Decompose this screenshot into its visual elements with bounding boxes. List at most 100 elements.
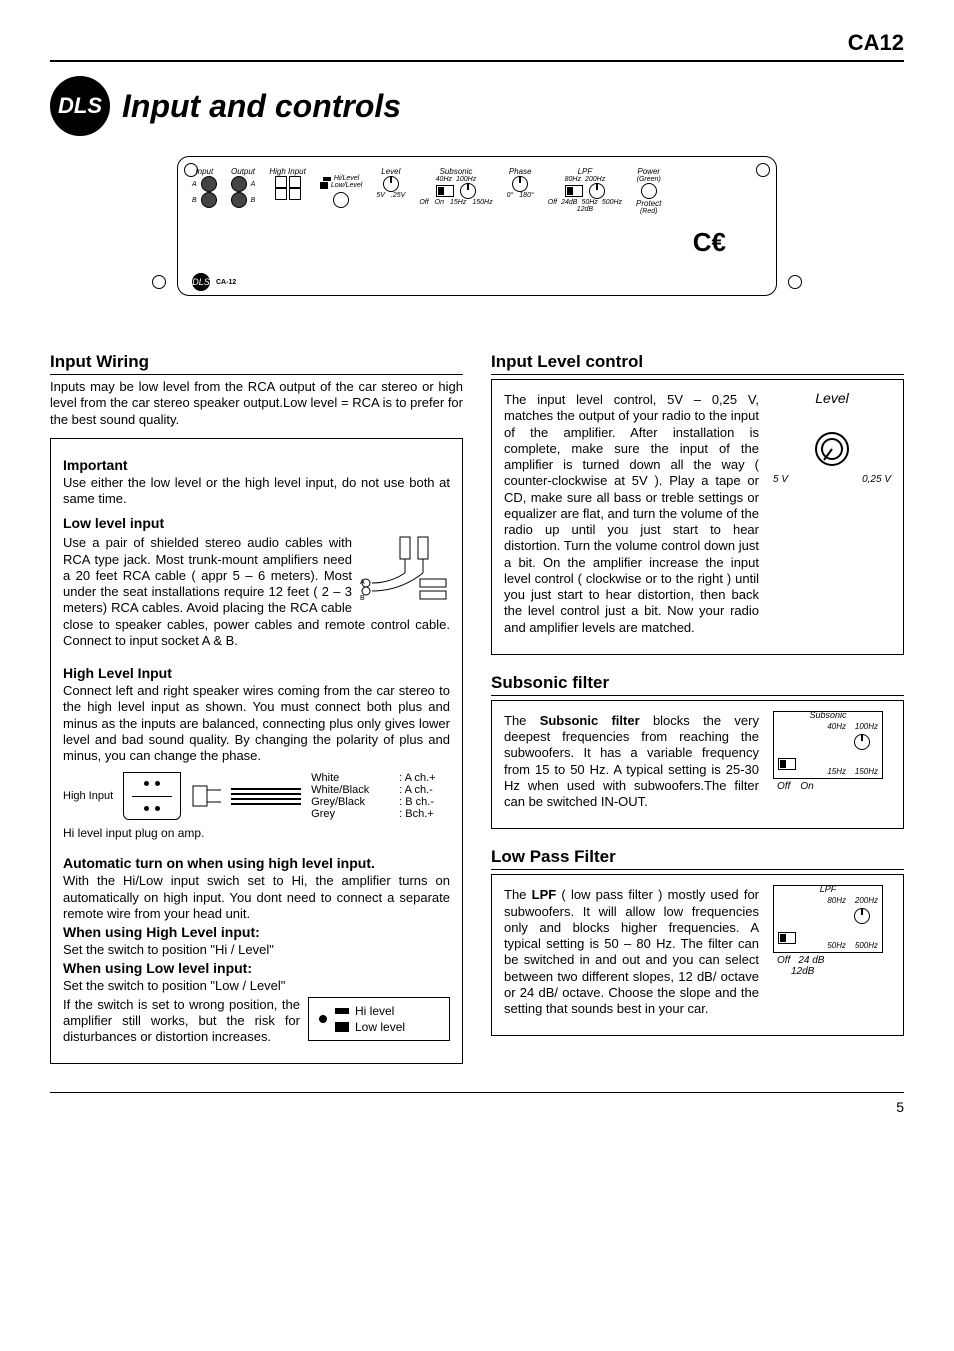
ce-mark: C€ [693, 227, 726, 258]
lpf-diagram: LPF 80Hz 200Hz 50Hz 500Hz Off 24 dB [773, 885, 891, 1025]
lbl-red: (Red) [640, 208, 658, 215]
subsonic-switch [436, 185, 454, 197]
sub-top: Subsonic [774, 710, 882, 720]
level-5v: 5 V [773, 474, 788, 485]
lpf-knob-d [854, 908, 870, 924]
level-025v: 0,25 V [862, 474, 891, 485]
wire-2-ch: : B ch.- [399, 796, 434, 808]
sub-15: 15Hz [827, 767, 846, 776]
sub-150: 150Hz [855, 767, 878, 776]
lbl-input: Input [195, 167, 213, 176]
lpf-50: 50Hz [827, 941, 846, 950]
lpf-200: 200Hz [855, 896, 878, 905]
subsonic-diagram: Subsonic 40Hz 100Hz 15Hz 150Hz Off On [773, 711, 891, 819]
high-level-heading: High Level Input [63, 665, 450, 681]
wire-1-ch: : A ch.- [399, 784, 433, 796]
auto-turnon-heading: Automatic turn on when using high level … [63, 855, 450, 871]
wire-1-name: White/Black [311, 784, 391, 796]
level-diag-label: Level [773, 390, 891, 406]
panel-brand-logo: DLS [192, 273, 210, 291]
svg-text:A: A [360, 579, 365, 586]
rca-a-out [231, 176, 247, 192]
lbl-12db: 12dB [577, 206, 593, 213]
lbl-hilevel: Hi/Level [334, 175, 359, 182]
sub-on: On [800, 781, 813, 792]
lbl-high-input: High Input [269, 167, 305, 176]
lbl-a: A [192, 181, 197, 188]
lbl-100hz: 100Hz [456, 176, 476, 183]
wire-3-ch: : Bch.+ [399, 808, 434, 820]
page-number: 5 [50, 1099, 904, 1115]
lbl-40hz: 40Hz [436, 176, 452, 183]
lbl-a2: A [251, 181, 256, 188]
when-hi-heading: When using High Level input: [63, 924, 450, 940]
lbl-200hz: 200Hz [585, 176, 605, 183]
heading-lpf: Low Pass Filter [491, 847, 904, 870]
svg-text:B: B [360, 595, 365, 602]
lbl-phase: Phase [509, 167, 532, 176]
lbl-5v: 5V [376, 192, 385, 199]
wire-0-ch: : A ch.+ [399, 772, 435, 784]
brand-logo: DLS [50, 76, 110, 136]
wire-0-name: White [311, 772, 391, 784]
sw-hi-lbl: Hi level [355, 1004, 394, 1018]
rca-b-in [201, 192, 217, 208]
lbl-subsonic: Subsonic [439, 167, 472, 176]
heading-subsonic: Subsonic filter [491, 673, 904, 696]
sub-off: Off [777, 781, 790, 792]
wire-lines-icon [231, 788, 301, 805]
when-lo-heading: When using Low level input: [63, 960, 450, 976]
input-wiring-intro: Inputs may be low level from the RCA out… [50, 379, 463, 428]
lbl-b: B [192, 197, 197, 204]
hi-low-switch-diagram: Hi level Low level [308, 997, 450, 1041]
card-important-low: Important Use either the low level or th… [50, 438, 463, 1065]
rca-cable-illustration: A B [360, 533, 450, 608]
heading-input-wiring: Input Wiring [50, 352, 463, 375]
wire-plug-icon [123, 772, 181, 820]
page-title: Input and controls [122, 88, 401, 125]
rca-a-in [201, 176, 217, 192]
model-tag: CA12 [50, 30, 904, 56]
important-text: Use either the low level or the high lev… [63, 475, 450, 508]
high-input-wire-diagram: High Input White: A [63, 772, 450, 820]
hi-input-caption: High Input [63, 790, 113, 802]
top-rule [50, 60, 904, 62]
lpf-500: 500Hz [855, 941, 878, 950]
when-lo-text: Set the switch to position "Low / Level" [63, 978, 450, 994]
auto-turnon-text: With the Hi/Low input swich set to Hi, t… [63, 873, 450, 922]
wire-labels: White : A ch.+ White/Black : A ch.- Grey/B… [311, 772, 435, 820]
plug-caption: Hi level input plug on amp. [63, 826, 450, 841]
sw-lo-lbl: Low level [355, 1020, 405, 1034]
level-text: The input level control, 5V – 0,25 V, ma… [504, 392, 759, 636]
connector-icon [191, 776, 221, 816]
power-led [641, 183, 657, 199]
lbl-green: (Green) [637, 176, 661, 183]
heading-input-level: Input Level control [491, 352, 904, 375]
lbl-80hz: 80Hz [565, 176, 581, 183]
panel-model: CA-12 [216, 279, 236, 286]
lbl-15hz: 15Hz [450, 199, 466, 206]
card-lpf: The LPF ( low pass filter ) mostly used … [491, 874, 904, 1036]
high-level-text: Connect left and right speaker wires com… [63, 683, 450, 764]
lpf-off-d: Off [777, 955, 790, 966]
lbl-sub-off: Off [419, 199, 428, 206]
subsonic-knob [460, 183, 476, 199]
lbl-lpf-off: Off [548, 199, 557, 206]
lbl-180deg: 180° [519, 192, 533, 199]
lbl-lpf: LPF [578, 167, 593, 176]
lpf-24-d: 24 dB [798, 955, 824, 966]
level-knob [383, 176, 399, 192]
sub-switch [778, 758, 796, 770]
lbl-lowlevel: Low/Level [331, 182, 363, 189]
lbl-sub-on: On [435, 199, 444, 206]
sub-knob [854, 734, 870, 750]
card-level: The input level control, 5V – 0,25 V, ma… [491, 379, 904, 655]
when-hi-text: Set the switch to position "Hi / Level" [63, 942, 450, 958]
card-subsonic: The Subsonic filter blocks the very deep… [491, 700, 904, 830]
wire-2-name: Grey/Black [311, 796, 391, 808]
lbl-power: Power [637, 167, 660, 176]
lbl-025v: .25V [391, 192, 405, 199]
lpf-switch-d [778, 932, 796, 944]
bottom-rule [50, 1092, 904, 1093]
amp-panel-diagram: Input A B Output A B [177, 156, 777, 296]
